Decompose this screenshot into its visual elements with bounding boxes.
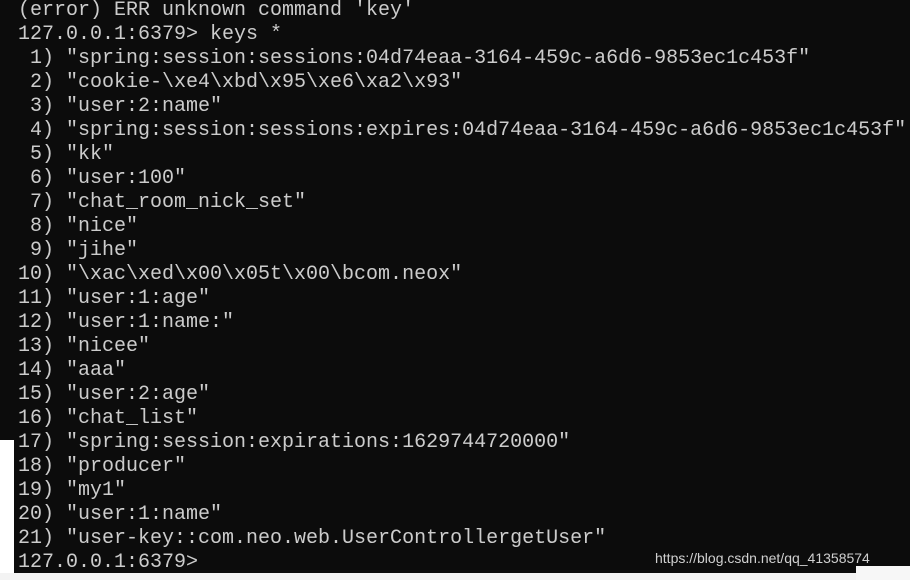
key-list-item: 8) "nice" xyxy=(18,215,139,238)
key-list-item: 18) "producer" xyxy=(18,455,187,478)
key-list-item: 3) "user:2:name" xyxy=(18,95,223,118)
terminal-window[interactable]: (error) ERR unknown command 'key' 127.0.0… xyxy=(0,0,910,575)
key-list-item: 6) "user:100" xyxy=(18,167,187,190)
key-list-item: 14) "aaa" xyxy=(18,359,127,382)
key-list-item: 7) "chat_room_nick_set" xyxy=(18,191,307,214)
key-list-item: 2) "cookie-\xe4\xbd\x95\xe6\xa2\x93" xyxy=(18,71,463,94)
page-background-corner xyxy=(856,566,910,580)
page-background-strip xyxy=(0,440,14,580)
key-list-item: 15) "user:2:age" xyxy=(18,383,211,406)
watermark: https://blog.csdn.net/qq_41358574 xyxy=(655,550,870,566)
terminal-output: (error) ERR unknown command 'key' 127.0.0… xyxy=(18,0,906,575)
key-list-item: 10) "\xac\xed\x00\x05t\x00\bcom.neox" xyxy=(18,263,463,286)
key-list-item: 20) "user:1:name" xyxy=(18,503,223,526)
key-list-item: 16) "chat_list" xyxy=(18,407,199,430)
error-line: (error) ERR unknown command 'key' xyxy=(18,0,415,22)
key-list-item: 13) "nicee" xyxy=(18,335,151,358)
key-list-item: 11) "user:1:age" xyxy=(18,287,211,310)
key-list-item: 9) "jihe" xyxy=(18,239,139,262)
key-list-item: 1) "spring:session:sessions:04d74eaa-316… xyxy=(18,47,811,70)
key-list-item: 12) "user:1:name:" xyxy=(18,311,235,334)
key-list-item: 21) "user-key::com.neo.web.UserControlle… xyxy=(18,527,607,550)
key-list-item: 17) "spring:session:expirations:16297447… xyxy=(18,431,571,454)
page-background-bottom xyxy=(0,573,910,580)
prompt-line: 127.0.0.1:6379> keys * xyxy=(18,23,283,46)
key-list-item: 5) "kk" xyxy=(18,143,115,166)
key-list-item: 4) "spring:session:sessions:expires:04d7… xyxy=(18,119,907,142)
key-list-item: 19) "my1" xyxy=(18,479,127,502)
